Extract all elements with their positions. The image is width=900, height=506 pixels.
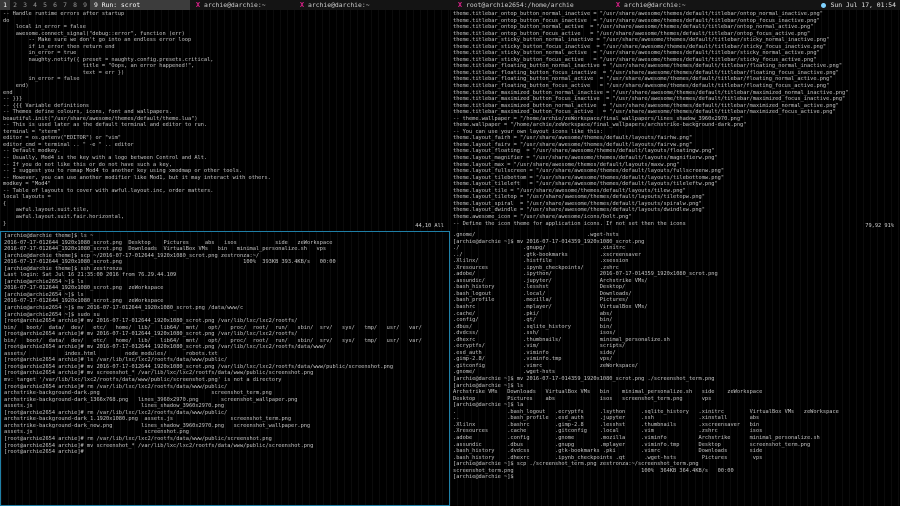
terminal-line: [archie@darchie ~]$ [453,474,517,481]
terminal-line: } [3,220,7,227]
tag-6[interactable]: 6 [50,0,60,10]
terminal-x-icon: X [615,1,621,9]
task-terminal-1[interactable]: X archie@darchie:~ [190,0,294,10]
terminal-line: [root@archie2654 archie]# [4,449,87,456]
tag-3[interactable]: 3 [20,0,30,10]
terminal-line: theme.titlebar_maximized_button_focus_ac… [453,109,836,116]
task-terminal-2[interactable]: X archie@darchie:~ [294,0,452,10]
vim-status: 79,92 91% [865,223,894,229]
terminal-output: -- Handle runtime errors after startup do… [3,11,447,227]
task-title: archie@darchie:~ [624,1,686,9]
terminal-line: theme.titlebar_maximized_button_focus_in… [453,96,846,103]
tag-5[interactable]: 5 [40,0,50,10]
tag-4[interactable]: 4 [30,0,40,10]
tag-list: 123456789 [0,0,90,10]
tag-1[interactable]: 1 [0,0,10,10]
top-panel: 123456789 9 Run: scrot X archie@darchie:… [0,0,900,10]
system-tray: Sun Jul 17, 01:54 [820,0,900,10]
task-title: archie@darchie:~ [204,1,266,9]
terminal-bottom-right[interactable]: .gnome/ .wget-hsts [archie@darchie ~]$ mv… [450,231,900,506]
task-run-scrot[interactable]: 9 Run: scrot [90,0,190,10]
terminal-x-icon: X [195,1,201,9]
terminal-top-left[interactable]: -- Handle runtime errors after startup do… [0,10,450,231]
terminal-x-icon: X [299,1,305,9]
tag-9[interactable]: 9 [80,0,90,10]
clock: Sun Jul 17, 01:54 [830,1,896,9]
network-icon[interactable] [820,2,826,8]
terminal-line: -- Define the icon theme for application… [453,220,686,227]
terminal-x-icon: X [457,1,463,9]
task-title: 9 Run: scrot [94,1,141,9]
task-terminal-3[interactable]: X root@archie2654:/home/archie [452,0,610,10]
tag-7[interactable]: 7 [60,0,70,10]
terminal-bottom-left[interactable]: [archie@darchie theme]$ ls ~2016-07-17-0… [0,231,450,506]
terminal-output: [archie@darchie theme]$ ls ~2016-07-17-0… [4,233,446,456]
vim-status: 44,10 All [415,223,444,229]
tag-2[interactable]: 2 [10,0,20,10]
task-title: archie@darchie:~ [308,1,370,9]
terminal-output: theme.titlebar_ontop_button_normal_inact… [453,11,897,227]
terminal-line: theme.titlebar_floating_button_normal_in… [453,63,843,70]
terminal-output: .gnome/ .wget-hsts [archie@darchie ~]$ mv… [453,232,897,481]
task-terminal-4[interactable]: X archie@darchie:~ [610,0,778,10]
task-title: root@archie2654:/home/archie [466,1,574,9]
terminal-top-right[interactable]: theme.titlebar_ontop_button_normal_inact… [450,10,900,231]
tag-8[interactable]: 8 [70,0,80,10]
